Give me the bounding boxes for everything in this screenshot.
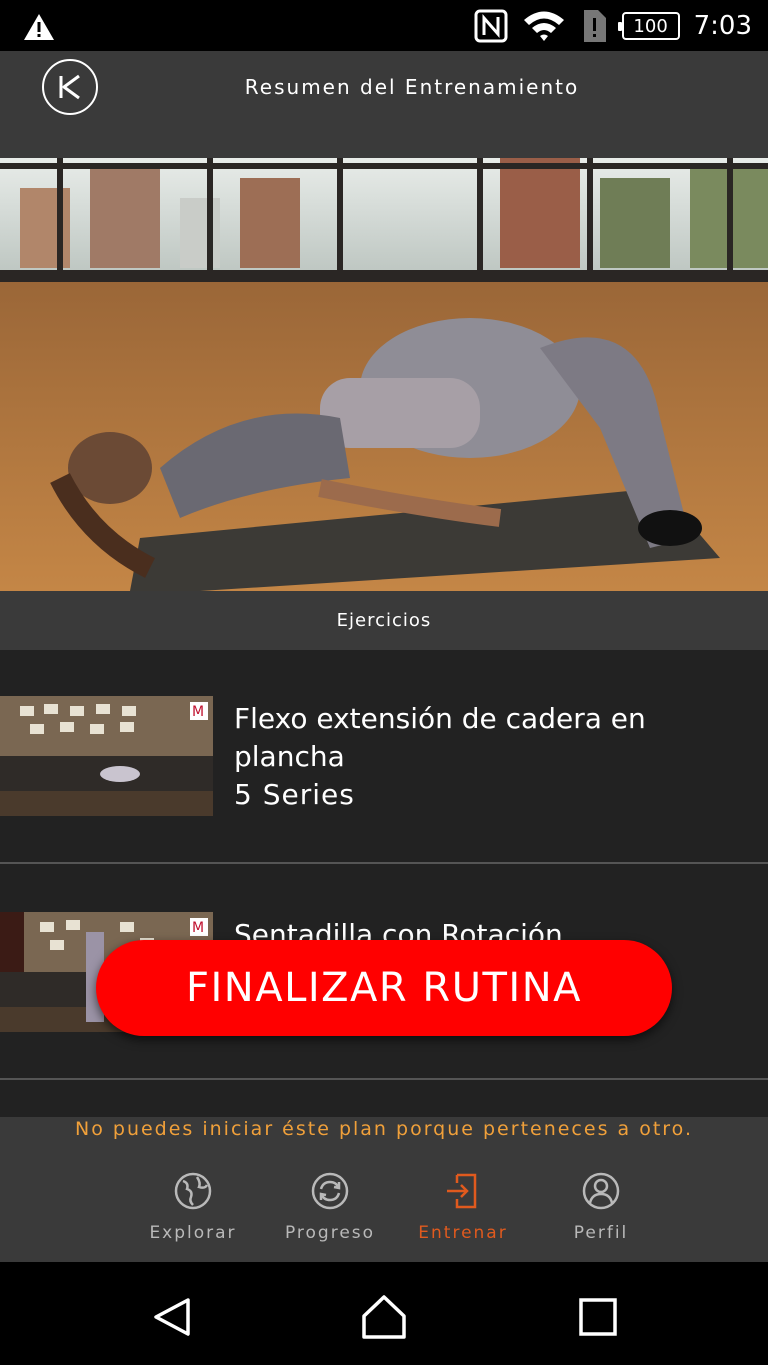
wifi-icon bbox=[523, 11, 564, 41]
tab-label: Perfil bbox=[573, 1223, 629, 1243]
system-nav-bar bbox=[0, 1262, 768, 1365]
battery-icon: 100 bbox=[617, 12, 680, 40]
tab-label: Entrenar bbox=[418, 1223, 508, 1243]
svg-text:M: M bbox=[192, 920, 204, 936]
status-bar: 100 7:03 bbox=[0, 0, 768, 51]
tab-explorar[interactable]: Explorar bbox=[123, 1171, 263, 1243]
tab-progreso[interactable]: Progreso bbox=[260, 1171, 400, 1243]
svg-text:M: M bbox=[192, 704, 204, 720]
home-nav-icon[interactable] bbox=[359, 1292, 409, 1342]
enter-icon bbox=[447, 1173, 477, 1209]
plan-notice: No puedes iniciar éste plan porque perte… bbox=[0, 1117, 768, 1147]
bottom-tab-bar: Explorar Progreso Entrenar Perfil bbox=[0, 1147, 768, 1262]
app-header: Resumen del Entrenamiento bbox=[0, 51, 768, 158]
status-time: 7:03 bbox=[693, 11, 752, 41]
tab-perfil[interactable]: Perfil bbox=[531, 1171, 671, 1243]
battery-level: 100 bbox=[633, 15, 668, 37]
globe-icon bbox=[174, 1172, 212, 1210]
workout-hero-image bbox=[0, 158, 768, 591]
back-nav-icon[interactable] bbox=[148, 1292, 198, 1342]
finish-routine-button[interactable]: FINALIZAR RUTINA bbox=[96, 940, 672, 1036]
tab-entrenar[interactable]: Entrenar bbox=[393, 1171, 533, 1243]
exercise-series: 5 Series bbox=[234, 778, 355, 811]
exercise-title: Flexo extensión de cadera en plancha bbox=[234, 702, 646, 773]
nfc-icon bbox=[474, 9, 508, 43]
page-title: Resumen del Entrenamiento bbox=[244, 75, 580, 99]
tab-label: Explorar bbox=[149, 1223, 237, 1243]
tab-label: Progreso bbox=[284, 1223, 376, 1243]
sim-alert-icon bbox=[583, 10, 606, 42]
user-icon bbox=[582, 1172, 620, 1210]
sync-icon bbox=[311, 1172, 349, 1210]
section-title: Ejercicios bbox=[0, 591, 768, 650]
recents-nav-icon[interactable] bbox=[573, 1292, 623, 1342]
warning-icon bbox=[24, 14, 54, 40]
exercise-thumbnail: M bbox=[0, 696, 213, 816]
exercise-list: M Flexo extensión de cadera en plancha 5… bbox=[0, 650, 768, 1117]
exercise-row[interactable]: M Flexo extensión de cadera en plancha 5… bbox=[0, 650, 768, 864]
